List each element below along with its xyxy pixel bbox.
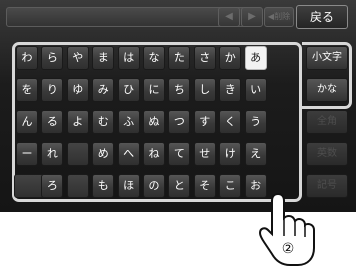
kana-key[interactable]: え xyxy=(244,142,267,166)
kana-key[interactable]: う xyxy=(244,110,267,134)
kana-key[interactable]: ろ xyxy=(41,174,64,198)
blank-key[interactable] xyxy=(66,142,89,166)
kana-key[interactable]: む xyxy=(92,110,115,134)
kana-key[interactable]: の xyxy=(143,174,165,198)
kana-key[interactable]: か xyxy=(219,46,242,70)
kana-key[interactable]: と xyxy=(168,174,191,198)
kana-key[interactable]: く xyxy=(219,110,242,134)
kana-key[interactable]: る xyxy=(41,110,64,134)
small-character-button[interactable]: 小文字 xyxy=(306,46,348,70)
kana-key[interactable]: ち xyxy=(168,78,191,102)
kana-key[interactable]: ね xyxy=(143,142,165,166)
cursor-left-button[interactable]: ◀ xyxy=(218,7,240,27)
kana-key[interactable]: し xyxy=(193,78,216,102)
back-button[interactable]: 戻る xyxy=(296,5,348,29)
kana-key[interactable]: な xyxy=(143,46,165,70)
kana-key[interactable]: は xyxy=(117,46,140,70)
kana-key[interactable]: あ xyxy=(244,46,267,70)
kana-key[interactable]: せ xyxy=(193,142,216,166)
kana-key[interactable]: に xyxy=(143,78,165,102)
kana-key[interactable]: ま xyxy=(92,46,115,70)
kana-key[interactable]: さ xyxy=(193,46,216,70)
cursor-right-button[interactable]: ▶ xyxy=(241,7,263,27)
step-number: ② xyxy=(282,241,295,257)
kana-key[interactable]: ん xyxy=(16,110,38,134)
kana-mode-button[interactable]: かな xyxy=(306,78,348,102)
blank-key[interactable] xyxy=(66,174,89,198)
kana-key[interactable]: て xyxy=(168,142,191,166)
kana-key[interactable]: り xyxy=(41,78,64,102)
kana-key[interactable]: け xyxy=(219,142,242,166)
kana-key[interactable]: も xyxy=(92,174,115,198)
text-input-display xyxy=(6,7,248,27)
kana-key[interactable]: き xyxy=(219,78,242,102)
kana-key[interactable]: つ xyxy=(168,110,191,134)
kana-key[interactable]: み xyxy=(92,78,115,102)
kana-key[interactable]: ー xyxy=(16,142,38,166)
kana-key[interactable]: た xyxy=(168,46,191,70)
kana-key[interactable]: へ xyxy=(117,142,140,166)
kana-key[interactable]: い xyxy=(244,78,267,102)
kana-key[interactable]: め xyxy=(92,142,115,166)
mode-button-disabled-1: 全角 xyxy=(306,110,348,134)
pointing-hand-icon: ② xyxy=(258,192,315,266)
kana-key[interactable]: わ xyxy=(16,46,38,70)
kana-key[interactable]: を xyxy=(16,78,38,102)
kana-key[interactable]: ぬ xyxy=(143,110,165,134)
kana-key[interactable]: ひ xyxy=(117,78,140,102)
kana-key[interactable]: ゆ xyxy=(66,78,89,102)
kana-key[interactable]: よ xyxy=(66,110,89,134)
keyboard-panel: ◀ ▶ ◀削除 戻る 小文字 かな 全角 英数 記号 わらやまはなたさかあをりゆ… xyxy=(0,0,356,212)
kana-key[interactable]: す xyxy=(193,110,216,134)
kana-key[interactable]: ほ xyxy=(117,174,140,198)
delete-button[interactable]: ◀削除 xyxy=(264,7,294,27)
kana-key[interactable]: そ xyxy=(193,174,216,198)
kana-key[interactable]: ふ xyxy=(117,110,140,134)
kana-key[interactable]: や xyxy=(66,46,89,70)
kana-key[interactable]: こ xyxy=(219,174,242,198)
kana-key[interactable]: ら xyxy=(41,46,64,70)
mode-button-disabled-2: 英数 xyxy=(306,142,348,166)
kana-key[interactable]: れ xyxy=(41,142,64,166)
